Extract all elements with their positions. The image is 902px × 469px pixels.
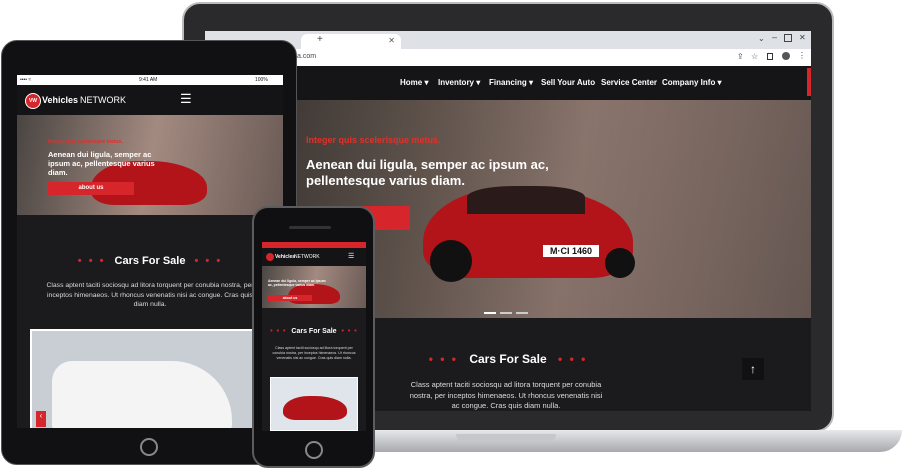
tablet-about-button[interactable]: about us [48,182,134,195]
scroll-indicator[interactable] [807,68,811,96]
car-windshield [467,186,585,214]
chevron-down-icon[interactable]: ⌄ [758,34,765,43]
phone-car-card[interactable] [270,377,358,431]
tablet-screen: •••• ≈ 9:41 AM 100% VW Vehicles NETWORK … [17,75,283,428]
laptop-notch [456,434,556,442]
phone-dots-left: • • • [270,328,287,335]
star-icon[interactable]: ☆ [751,52,758,61]
phone-cars-heading: • • • Cars For Sale • • • [262,328,366,335]
tablet-cars-title: Cars For Sale [114,255,186,267]
phone-about-button[interactable]: about us [268,295,312,301]
cars-for-sale-text: Class aptent taciti sociosqu ad litora t… [409,380,603,410]
prev-arrow-button[interactable]: ‹ [36,411,46,427]
phone-header: Vehicles NETWORK ☰ [262,248,366,266]
car-wheel-right [605,248,635,278]
tablet-van-card[interactable]: ‹ [30,329,270,428]
hamburger-menu-icon[interactable]: ☰ [180,91,192,107]
browser-tab-strip: ✕ + ⌄ – ✕ [205,31,811,49]
phone-cars-title: Cars For Sale [291,328,337,335]
tablet-carrier: •••• ≈ [20,77,32,83]
phone-logo-badge [266,253,274,261]
close-tab-icon[interactable]: ✕ [388,36,395,45]
tablet-time: 9:41 AM [139,77,158,83]
phone-dots-right: • • • [341,328,358,335]
tablet-battery: 100% [255,77,268,83]
phone-screen: Vehicles NETWORK ☰ Aenean dui ligula, se… [262,242,366,431]
profile-icon[interactable] [782,52,790,60]
heading-dots-left: • • • [428,352,458,366]
logo-network[interactable]: NETWORK [80,95,126,105]
cars-for-sale-title: Cars For Sale [469,352,547,366]
tablet-header: VW Vehicles NETWORK ☰ [17,85,283,115]
phone-speaker [289,226,331,229]
slide-dot-1[interactable] [484,312,496,314]
tablet-cars-heading: • • • Cars For Sale • • • [17,255,283,267]
share-icon[interactable]: ⇪ [737,52,744,61]
slide-dot-3[interactable] [516,312,528,314]
heading-dots-right: • • • [558,352,588,366]
back-to-top-button[interactable]: ↑ [742,358,764,380]
tablet-hero-title: Aenean dui ligula, semper ac ipsum ac, p… [48,150,155,177]
nav-financing[interactable]: Financing ▾ [489,78,533,87]
tablet-home-button[interactable] [140,438,158,456]
nav-sell-your-auto[interactable]: Sell Your Auto [541,78,595,87]
tablet-dots-right: • • • [194,255,223,267]
hero-title: Aenean dui ligula, semper ac ipsum ac, p… [306,157,549,188]
nav-service-center[interactable]: Service Center [601,78,657,87]
nav-inventory[interactable]: Inventory ▾ [438,78,480,87]
sidebar-icon[interactable] [767,53,773,60]
close-window-icon[interactable]: ✕ [799,33,806,42]
license-plate: M·CI 1460 [543,245,599,257]
phone-hamburger-icon[interactable]: ☰ [348,252,354,260]
car-wheel-left [430,240,472,282]
tablet-hero-eyebrow: Integer quis scelerisque metus. [48,139,123,145]
more-icon[interactable]: ⋮ [798,51,806,60]
minimize-icon[interactable]: – [772,32,777,42]
tablet-cars-text: Class aptent taciti sociosqu ad litora t… [46,282,254,309]
phone-hero: Aenean dui ligula, semper ac ipsum ac, p… [262,266,366,308]
slide-dot-2[interactable] [500,312,512,314]
url-text[interactable]: a.com [297,53,316,60]
hero-eyebrow: Integer quis scelerisque metus. [306,135,441,145]
phone-logo-network[interactable]: NETWORK [294,254,320,260]
tablet-dots-left: • • • [77,255,106,267]
nav-company-info[interactable]: Company Info ▾ [662,78,722,87]
logo-brand[interactable]: Vehicles [42,95,78,105]
phone-logo-brand[interactable]: Vehicles [275,254,295,260]
new-tab-button[interactable]: + [317,34,323,45]
tablet-hero: Integer quis scelerisque metus. Aenean d… [17,115,283,215]
phone-home-button[interactable] [305,441,323,459]
nav-home[interactable]: Home ▾ [400,78,428,87]
phone-cars-text: Class aptent taciti sociosqu ad litora t… [272,346,356,361]
tablet-status-bar: •••• ≈ 9:41 AM 100% [17,75,283,85]
maximize-icon[interactable] [784,34,792,42]
browser-tab[interactable]: ✕ [301,34,401,49]
logo-badge: VW [25,93,41,109]
red-convertible-image [283,396,347,420]
phone-hero-title: Aenean dui ligula, semper ac ipsum ac, p… [268,279,326,288]
white-van-image [52,361,232,428]
